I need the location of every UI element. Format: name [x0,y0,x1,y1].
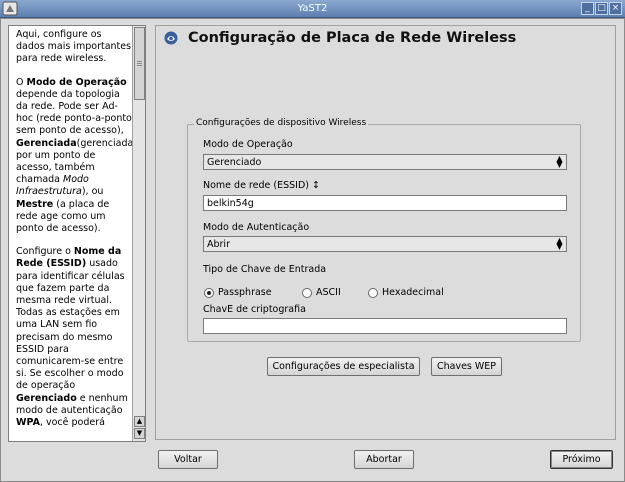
encryption-key-input[interactable] [203,318,567,334]
page-title: Configuração de Placa de Rede Wireless [188,30,517,46]
group-title: Configurações de dispositivo Wireless [194,118,369,128]
help-text: Aqui, configure os dados mais importante… [16,29,134,440]
mode-label: Modo de Operação [203,139,293,150]
yast-logo-icon [164,31,178,45]
page-heading: Configuração de Placa de Rede Wireless [164,30,516,46]
key-type-label: Tipo de Chave de Entrada [203,264,327,275]
minimize-icon[interactable]: _ [581,2,594,15]
scrollbar-thumb[interactable] [134,27,145,100]
help-paragraph: Aqui, configure os dados mais importante… [16,29,132,65]
radio-ascii[interactable]: ASCII [302,287,341,298]
abort-button[interactable]: Abortar [354,450,414,469]
back-button[interactable]: Voltar [158,450,218,469]
mode-value: Gerenciado [207,157,262,168]
next-button[interactable]: Próximo [550,450,613,469]
maximize-icon[interactable]: □ [595,2,608,15]
scroll-up-icon[interactable]: ▲ [134,416,145,427]
help-paragraph: Configure o Nome da Rede (ESSID) usado p… [16,246,128,429]
key-label: ChavE de criptografia [203,304,306,315]
radio-dot [302,287,312,298]
wep-keys-button[interactable]: Chaves WEP [431,357,502,376]
mode-select[interactable]: Gerenciado ▲ ▼ [203,154,567,170]
expert-settings-button[interactable]: Configurações de especialista [267,357,420,376]
radio-passphrase[interactable]: Passphrase [204,287,272,298]
window-title: YaST2 [297,3,328,14]
wireless-settings-group: Configurações de dispositivo Wireless Mo… [187,118,581,342]
help-scrollbar[interactable]: ▲ ▼ [132,26,145,441]
main-panel: Configuração de Placa de Rede Wireless C… [155,25,616,440]
radio-dot [368,287,378,298]
radio-dot [204,287,214,298]
help-panel: Aqui, configure os dados mais importante… [8,25,146,442]
auth-label: Modo de Autenticação [203,222,310,233]
essid-label: Nome de rede (ESSID) ↕ [203,180,320,191]
combo-arrow-icon: ▲ ▼ [556,236,563,251]
radio-hexadecimal[interactable]: Hexadecimal [368,287,444,298]
close-icon[interactable]: × [609,2,622,15]
combo-arrow-icon: ▲ ▼ [556,154,563,169]
title-bar: YaST2 _ □ × [0,0,625,18]
auth-value: Abrir [207,239,230,250]
essid-input[interactable]: belkin54g [203,195,567,211]
auth-select[interactable]: Abrir ▲ ▼ [203,236,567,252]
scroll-down-icon[interactable]: ▼ [134,428,145,439]
help-paragraph: O Modo de Operação depende da topologia … [16,76,134,235]
